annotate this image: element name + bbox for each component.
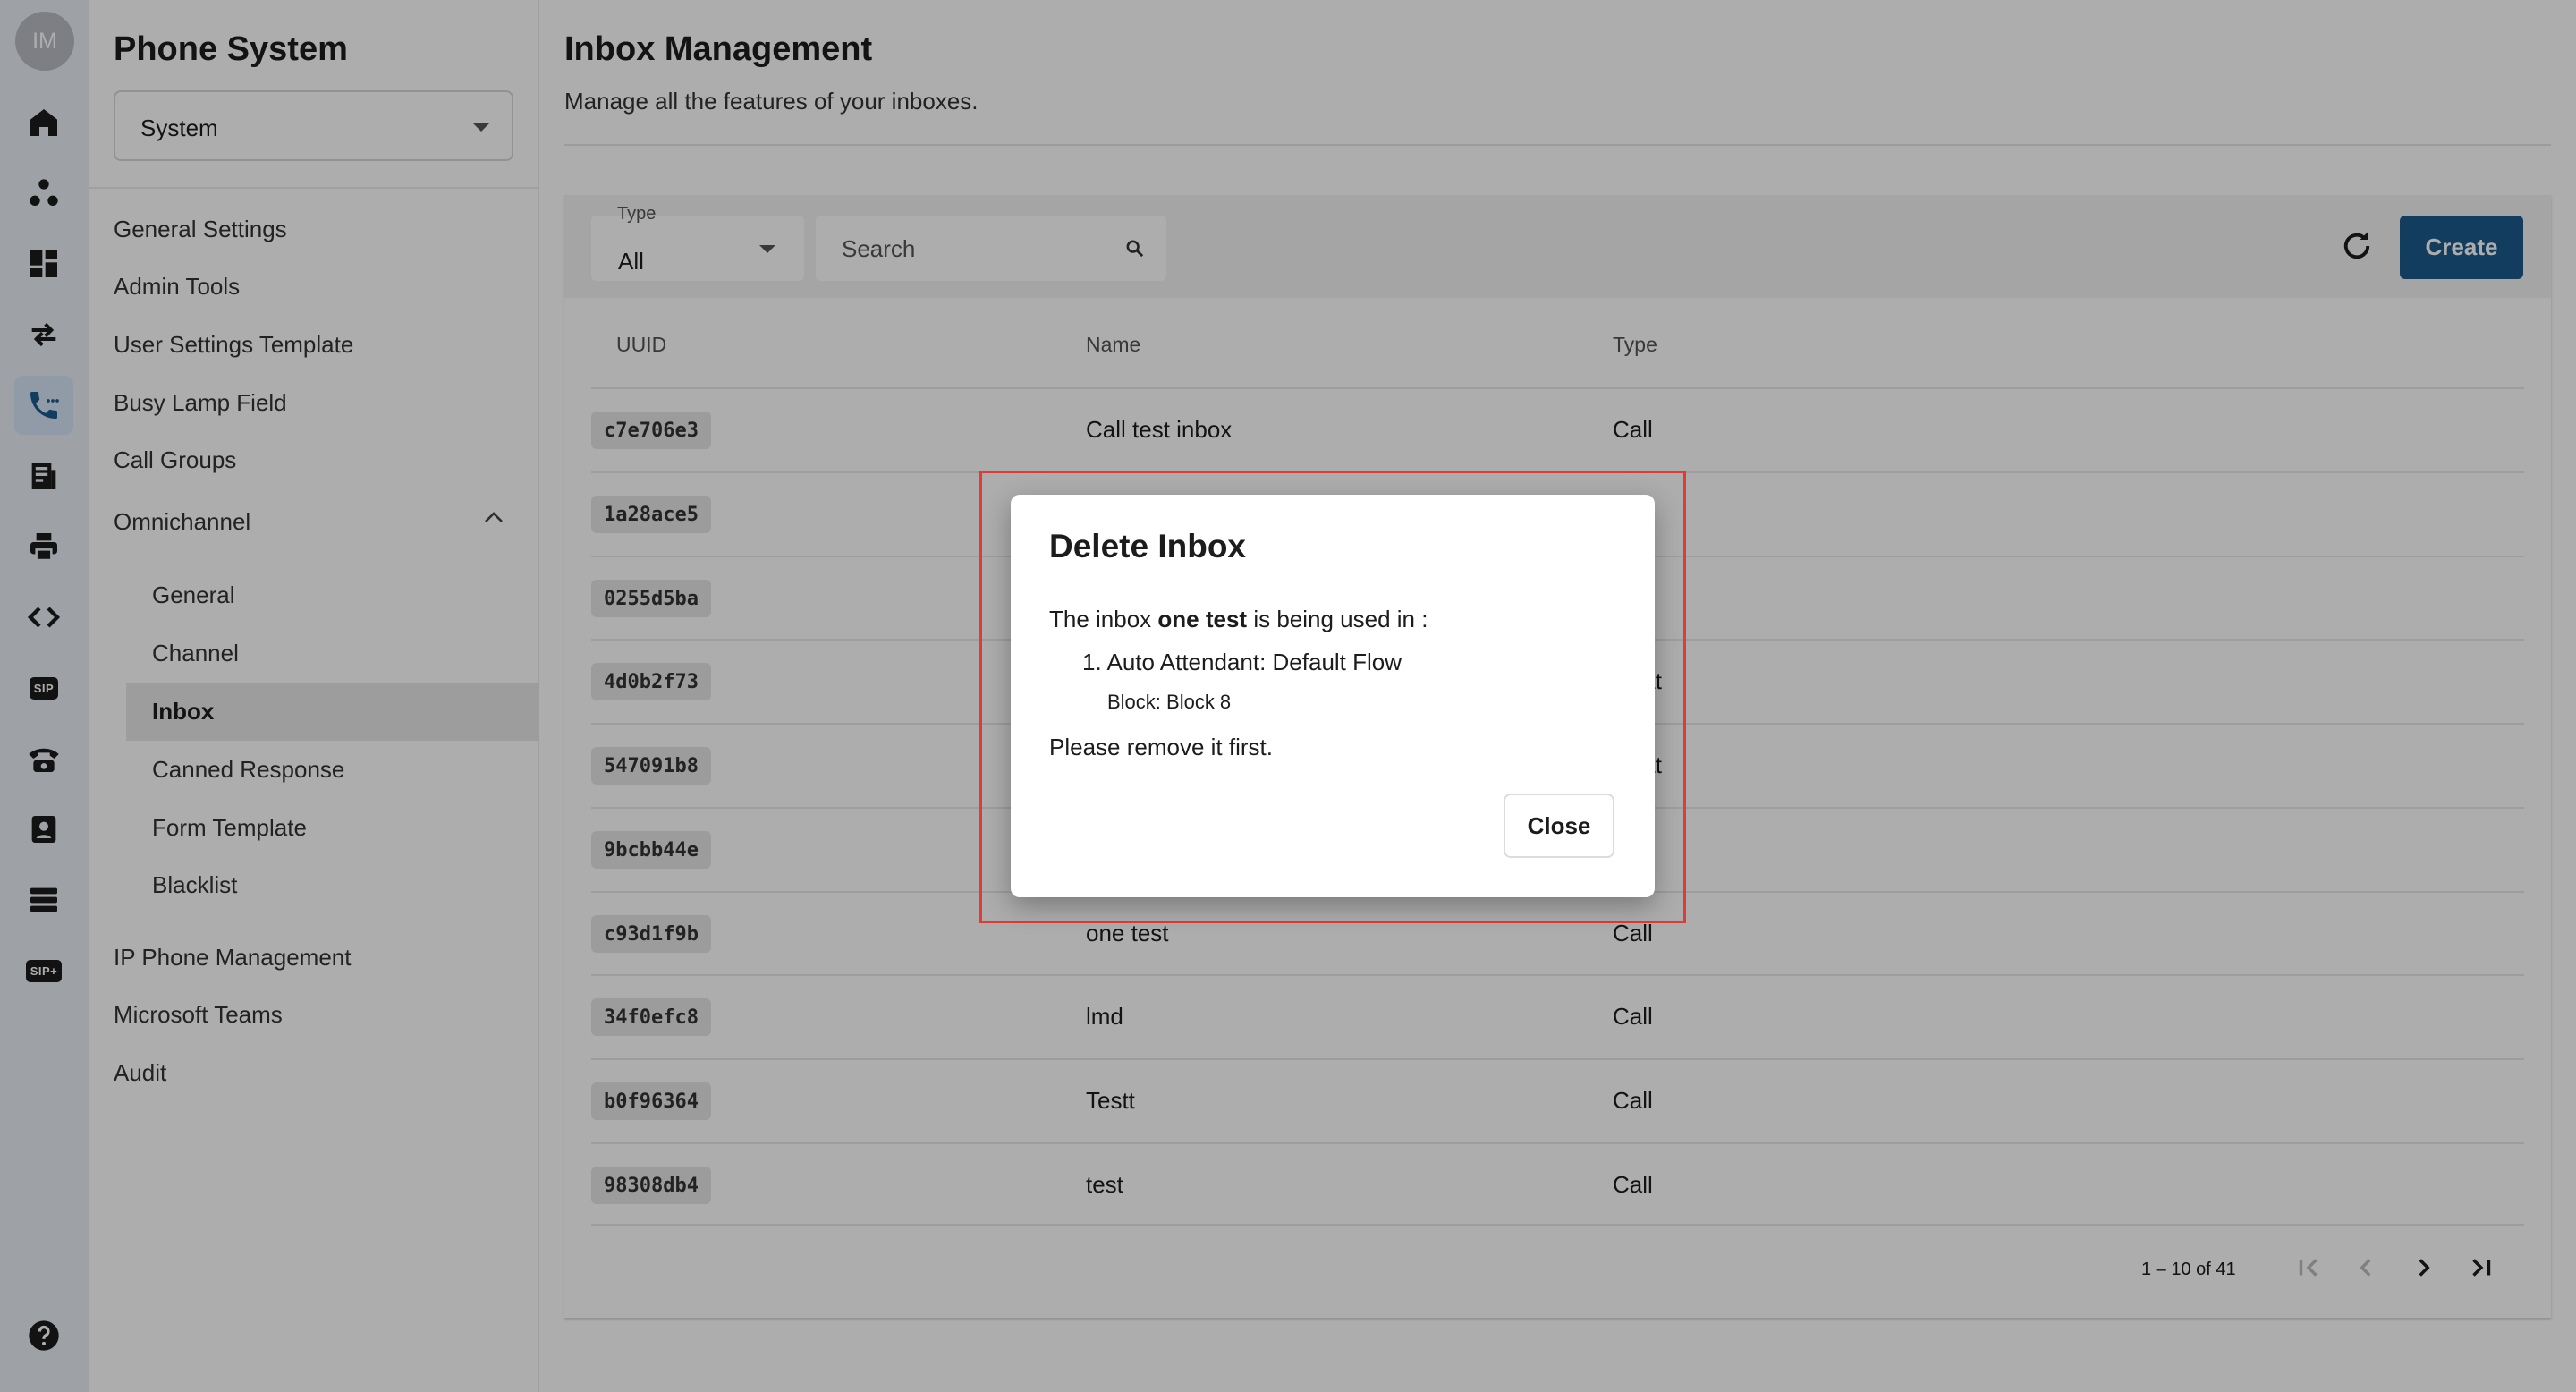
dialog-message-suffix: is being used in : [1247,606,1428,632]
usage-block-text: Block: Block 8 [1107,691,1232,713]
usage-list-item: 1. Auto Attendant: Default Flow [1082,649,1402,676]
dialog-message: The inbox one test is being used in : [1049,606,1428,633]
usage-item-text: Auto Attendant: Default Flow [1106,649,1402,675]
usage-item-number: 1. [1082,649,1102,675]
delete-inbox-dialog: Delete Inbox The inbox one test is being… [1011,495,1655,897]
dialog-instruction: Please remove it first. [1049,734,1273,760]
dialog-message-prefix: The inbox [1049,606,1158,632]
dialog-title: Delete Inbox [1049,528,1246,564]
close-button[interactable]: Close [1504,794,1614,858]
dialog-inbox-name: one test [1157,606,1248,632]
